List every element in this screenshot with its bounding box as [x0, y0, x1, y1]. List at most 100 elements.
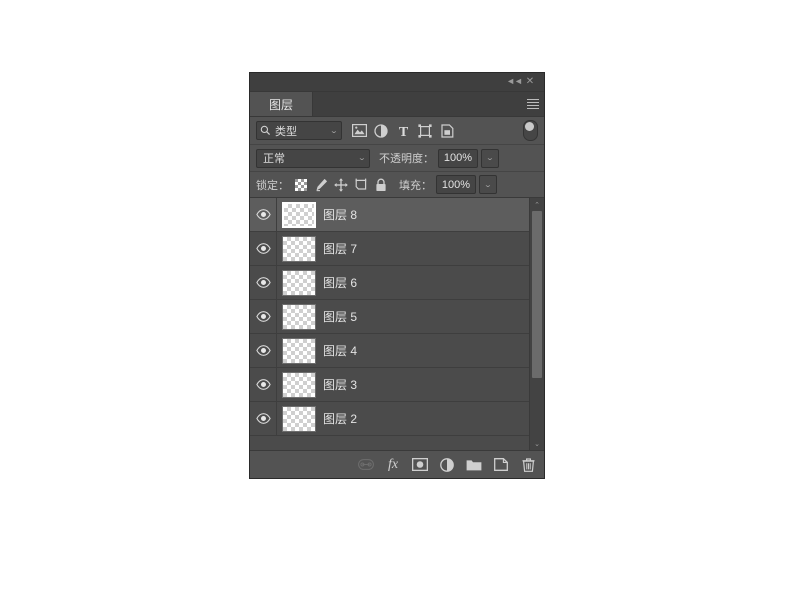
layer-name: 图层 6 — [323, 276, 358, 290]
table-row[interactable]: 图层 8 — [250, 198, 529, 232]
layer-visibility-toggle[interactable] — [250, 334, 277, 367]
filter-type-icon[interactable]: T — [393, 121, 413, 141]
eye-icon — [255, 209, 271, 220]
lock-image-pixels-icon[interactable] — [311, 175, 330, 194]
layer-thumbnail-cell[interactable] — [277, 405, 321, 432]
lock-position-icon[interactable] — [331, 175, 350, 194]
lock-fill-row: 锁定： 填充： 100% ⌄ — [250, 172, 544, 198]
scroll-thumb[interactable] — [532, 211, 542, 379]
tab-layers-label: 图层 — [268, 97, 293, 112]
add-layer-mask-button[interactable] — [410, 455, 430, 475]
chevron-down-icon: ⌄ — [329, 127, 339, 135]
layer-visibility-toggle[interactable] — [250, 368, 277, 401]
blend-mode-value: 正常 — [263, 153, 285, 165]
layer-style-button[interactable]: fx — [383, 455, 403, 475]
collapse-icon: ◄◄ — [506, 75, 523, 86]
opacity-label: 不透明度： — [379, 153, 434, 165]
layer-thumbnail-cell[interactable] — [277, 235, 321, 262]
layer-visibility-toggle[interactable] — [250, 402, 277, 435]
opacity-stepper[interactable]: ⌄ — [481, 148, 499, 168]
blend-opacity-row: 正常 ⌄ 不透明度： 100% ⌄ — [250, 145, 544, 172]
fill-value: 100% — [441, 178, 471, 191]
table-row[interactable]: 图层 3 — [250, 368, 529, 402]
layer-visibility-toggle[interactable] — [250, 232, 277, 265]
layer-visibility-toggle[interactable] — [250, 300, 277, 333]
table-row[interactable]: 图层 2 — [250, 402, 529, 436]
fill-stepper[interactable]: ⌄ — [479, 175, 497, 194]
filter-adjustment-icon[interactable] — [371, 121, 391, 141]
lock-all-icon[interactable] — [371, 175, 390, 194]
layer-thumbnail — [282, 269, 316, 296]
layer-thumbnail-cell[interactable] — [277, 337, 321, 364]
eye-icon — [255, 413, 271, 424]
opacity-value: 100% — [443, 152, 473, 164]
layers-panel: ◄◄ ✕ 图层 类型 ⌄ T 正常 ⌄ 不透明度： 100% ⌄ 锁定： 填充：… — [249, 72, 545, 479]
opacity-input[interactable]: 100% — [438, 148, 478, 168]
tab-layers[interactable]: 图层 — [250, 92, 313, 116]
chevron-down-icon: ⌄ — [357, 155, 367, 162]
eye-icon — [255, 345, 271, 356]
layer-thumbnail — [282, 371, 316, 398]
chevron-down-icon: ⌄ — [534, 440, 540, 448]
layer-name: 图层 8 — [323, 208, 358, 222]
fill-input[interactable]: 100% — [436, 175, 476, 194]
layer-thumbnail-cell[interactable] — [277, 201, 321, 228]
lock-transparent-pixels-icon[interactable] — [291, 175, 310, 194]
collapse-panel-button[interactable]: ◄◄ — [506, 75, 523, 90]
scroll-track[interactable] — [530, 211, 544, 437]
new-layer-button[interactable] — [491, 455, 511, 475]
filter-kind-value: 类型 — [275, 125, 297, 138]
filter-pixel-icon[interactable] — [349, 121, 369, 141]
layers-bottom-toolbar: fx — [250, 450, 544, 478]
panel-tab-row: 图层 — [250, 92, 544, 117]
chevron-down-icon: ⌄ — [485, 155, 494, 162]
layer-name: 图层 4 — [323, 344, 358, 358]
new-adjustment-layer-button[interactable] — [437, 455, 457, 475]
panel-menu-icon — [527, 99, 539, 109]
delete-layer-button[interactable] — [518, 455, 538, 475]
new-group-button[interactable] — [464, 455, 484, 475]
filter-icon-group: T — [349, 121, 457, 141]
filter-shape-icon[interactable] — [415, 121, 435, 141]
layer-list-scrollbar[interactable]: ⌃ ⌄ — [529, 198, 544, 450]
layer-list: 图层 8 图层 7 图层 6 图层 5 图层 4 图层 3 图层 2 — [250, 198, 529, 450]
table-row[interactable]: 图层 6 — [250, 266, 529, 300]
layer-name: 图层 7 — [323, 242, 358, 256]
panel-menu-button[interactable] — [522, 92, 544, 116]
filter-enable-toggle[interactable] — [523, 120, 538, 141]
eye-icon — [255, 311, 271, 322]
table-row[interactable]: 图层 5 — [250, 300, 529, 334]
layer-thumbnail — [282, 303, 316, 330]
layer-visibility-toggle[interactable] — [250, 266, 277, 299]
fx-icon: fx — [387, 456, 399, 472]
layer-thumbnail — [282, 235, 316, 262]
tab-row-filler — [313, 92, 522, 116]
svg-text:T: T — [398, 125, 408, 138]
lock-label: 锁定： — [256, 179, 289, 192]
filter-row: 类型 ⌄ T — [250, 117, 544, 145]
scroll-up-button[interactable]: ⌃ — [530, 198, 544, 211]
layer-thumbnail-cell[interactable] — [277, 269, 321, 296]
link-layers-button[interactable] — [356, 455, 376, 475]
layer-thumbnail-cell[interactable] — [277, 371, 321, 398]
layer-visibility-toggle[interactable] — [250, 198, 277, 231]
scroll-down-button[interactable]: ⌄ — [530, 437, 544, 450]
layer-name: 图层 5 — [323, 310, 358, 324]
layer-thumbnail — [282, 337, 316, 364]
eye-icon — [255, 379, 271, 390]
fill-label: 填充： — [399, 179, 432, 192]
eye-icon — [255, 277, 271, 288]
layer-thumbnail — [282, 405, 316, 432]
layer-thumbnail-cell[interactable] — [277, 303, 321, 330]
close-panel-button[interactable]: ✕ — [522, 75, 538, 90]
panel-title-bar: ◄◄ ✕ — [250, 73, 544, 92]
table-row[interactable]: 图层 7 — [250, 232, 529, 266]
layer-thumbnail — [282, 201, 316, 228]
lock-artboard-nesting-icon[interactable] — [351, 175, 370, 194]
search-icon — [260, 125, 271, 136]
blend-mode-dropdown[interactable]: 正常 ⌄ — [256, 148, 370, 168]
filter-kind-dropdown[interactable]: 类型 ⌄ — [256, 121, 342, 140]
filter-smartobject-icon[interactable] — [437, 121, 457, 141]
table-row[interactable]: 图层 4 — [250, 334, 529, 368]
layer-list-area: 图层 8 图层 7 图层 6 图层 5 图层 4 图层 3 图层 2 ⌃ ⌄ — [250, 198, 544, 450]
